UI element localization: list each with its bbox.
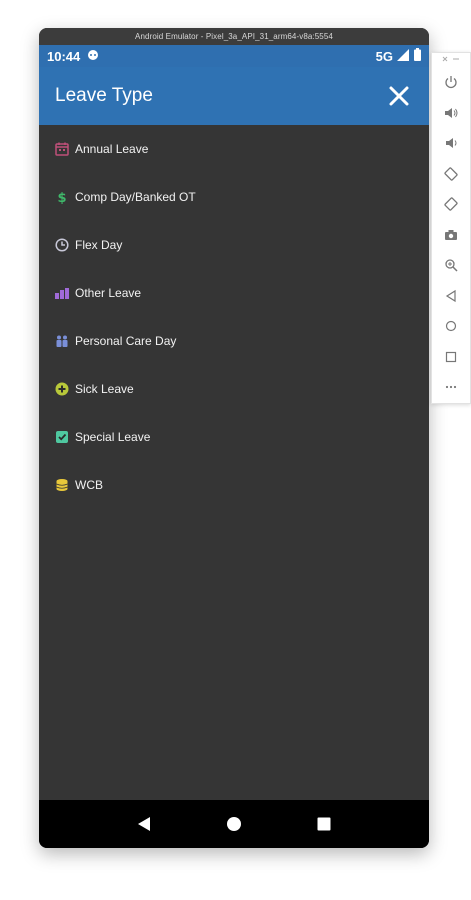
clock-icon	[55, 238, 69, 252]
dollar-icon: $	[55, 190, 69, 204]
blocks-icon	[55, 286, 69, 300]
list-item-personal-care-day[interactable]: Personal Care Day	[39, 317, 429, 365]
badge-icon	[55, 430, 69, 444]
status-time: 10:44	[47, 48, 81, 64]
battery-icon	[414, 48, 421, 64]
home-icon[interactable]	[222, 812, 246, 836]
volume-down-icon[interactable]	[437, 128, 465, 159]
list-item-flex-day[interactable]: Flex Day	[39, 221, 429, 269]
list-item-comp-day[interactable]: $ Comp Day/Banked OT	[39, 173, 429, 221]
network-type: 5G	[375, 48, 393, 64]
leave-type-list: Annual Leave $ Comp Day/Banked OT Flex D…	[39, 125, 429, 800]
plus-circle-icon	[55, 382, 69, 396]
list-item-label: WCB	[75, 478, 103, 492]
app-bar: Leave Type	[39, 67, 429, 125]
window-controls	[441, 55, 461, 67]
rotate-right-icon[interactable]	[437, 189, 465, 220]
page-title: Leave Type	[55, 85, 153, 106]
emulator-window: Android Emulator - Pixel_3a_API_31_arm64…	[39, 28, 429, 848]
list-item-special-leave[interactable]: Special Leave	[39, 413, 429, 461]
window-title: Android Emulator - Pixel_3a_API_31_arm64…	[39, 28, 429, 45]
calendar-icon	[55, 142, 69, 156]
close-icon[interactable]	[385, 82, 413, 110]
list-item-label: Personal Care Day	[75, 334, 177, 348]
list-item-label: Flex Day	[75, 238, 123, 252]
status-bar: 10:44 5G	[39, 45, 429, 67]
list-item-wcb[interactable]: WCB	[39, 461, 429, 509]
power-icon[interactable]	[437, 67, 465, 98]
volume-up-icon[interactable]	[437, 98, 465, 129]
emulator-side-toolbar	[431, 52, 471, 404]
more-icon[interactable]	[437, 372, 465, 403]
list-item-label: Comp Day/Banked OT	[75, 190, 196, 204]
camera-icon[interactable]	[437, 220, 465, 251]
home-icon[interactable]	[437, 311, 465, 342]
zoom-icon[interactable]	[437, 250, 465, 281]
system-nav-bar	[39, 800, 429, 848]
list-item-label: Annual Leave	[75, 142, 149, 156]
back-icon[interactable]	[132, 812, 156, 836]
list-item-label: Other Leave	[75, 286, 142, 300]
list-item-annual-leave[interactable]: Annual Leave	[39, 125, 429, 173]
back-icon[interactable]	[437, 281, 465, 312]
list-item-sick-leave[interactable]: Sick Leave	[39, 365, 429, 413]
svg-text:$: $	[57, 191, 66, 204]
notification-icon	[87, 49, 99, 64]
list-item-other-leave[interactable]: Other Leave	[39, 269, 429, 317]
coins-icon	[55, 478, 69, 492]
overview-icon[interactable]	[312, 812, 336, 836]
signal-icon	[397, 48, 409, 64]
overview-icon[interactable]	[437, 342, 465, 373]
rotate-left-icon[interactable]	[437, 159, 465, 190]
people-icon	[55, 334, 69, 348]
list-item-label: Sick Leave	[75, 382, 134, 396]
list-item-label: Special Leave	[75, 430, 151, 444]
